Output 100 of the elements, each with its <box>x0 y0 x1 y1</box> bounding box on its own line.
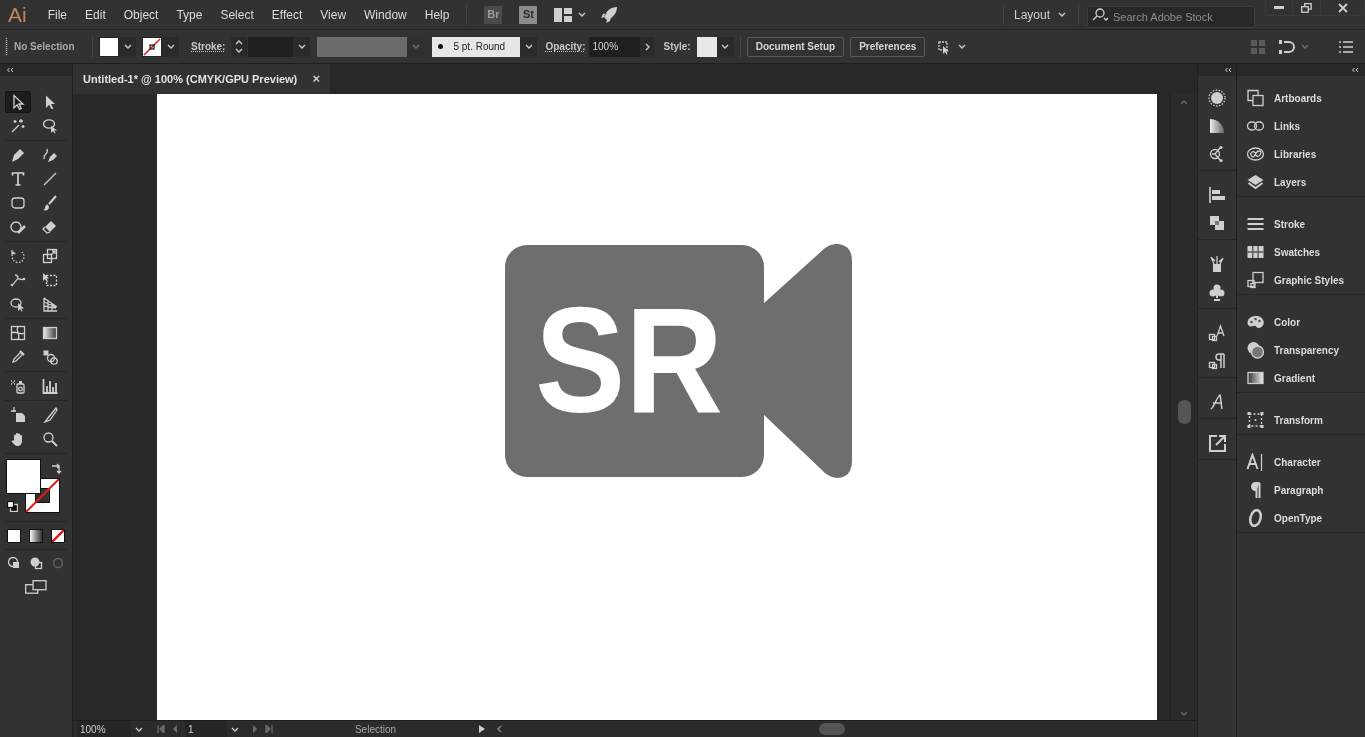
panel-tab[interactable]: Transform <box>1237 406 1365 434</box>
collapse-icon[interactable] <box>6 67 14 73</box>
snap-options-button[interactable] <box>1279 38 1309 55</box>
minimize-button[interactable] <box>1265 0 1293 16</box>
scroll-down-icon[interactable] <box>1180 711 1188 716</box>
panel-tab[interactable]: OpenType <box>1237 504 1365 532</box>
scroll-left-icon[interactable] <box>496 725 504 733</box>
shape-builder-icon <box>10 296 26 312</box>
tab-close-button[interactable]: × <box>312 69 320 89</box>
document-tab[interactable]: Untitled-1* @ 100% (CMYK/GPU Preview) × <box>73 64 330 94</box>
menu-item[interactable]: View <box>311 5 356 24</box>
next-icon[interactable] <box>251 725 259 733</box>
tool-button[interactable] <box>5 91 31 113</box>
panel-tab[interactable]: Libraries <box>1237 140 1365 168</box>
stroke-label[interactable]: Stroke: <box>191 39 226 54</box>
wedge-icon[interactable] <box>1208 117 1226 135</box>
export-icon[interactable] <box>1208 434 1226 452</box>
menu-item[interactable]: Select <box>211 5 263 24</box>
none-mode-button[interactable] <box>51 529 65 543</box>
restore-button[interactable] <box>1293 0 1321 16</box>
dotted-circle-icon[interactable] <box>1208 89 1226 107</box>
pathfinder-icon[interactable] <box>1208 214 1226 232</box>
node-graph-icon[interactable] <box>1208 145 1226 163</box>
panel-tab[interactable]: Artboards <box>1237 84 1365 112</box>
panel-tab[interactable]: Stroke <box>1237 210 1365 238</box>
document-setup-button[interactable]: Document Setup <box>746 36 845 57</box>
menu-item[interactable]: Effect <box>262 5 312 24</box>
panel-menu-icon[interactable] <box>1339 40 1353 53</box>
zoom-field[interactable]: 100% <box>77 721 131 737</box>
opacity-field[interactable]: 100% <box>589 36 641 57</box>
last-icon[interactable] <box>265 725 273 733</box>
scrollbar-thumb[interactable] <box>1177 400 1191 424</box>
fill-color-swatch[interactable] <box>6 459 41 494</box>
stroke-swatch[interactable] <box>142 36 162 57</box>
panel-tab[interactable]: Gradient <box>1237 364 1365 392</box>
draw-behind-icon[interactable] <box>29 556 43 570</box>
scroll-up-icon[interactable] <box>1180 100 1188 105</box>
screen-mode-icon[interactable] <box>25 580 47 594</box>
menu-item[interactable]: Object <box>114 5 168 24</box>
brush-jar-icon[interactable] <box>1208 255 1226 273</box>
graphic-styles-icon <box>1246 271 1265 289</box>
rocket-icon[interactable] <box>600 5 619 24</box>
caret-icon <box>578 12 587 17</box>
preferences-button[interactable]: Preferences <box>850 36 926 57</box>
blend-icon <box>42 349 58 365</box>
mesh-icon <box>10 325 26 341</box>
menu-item[interactable]: Type <box>167 5 212 24</box>
swap-arrow-icon[interactable] <box>51 463 62 474</box>
menu-item[interactable]: Help <box>415 5 459 24</box>
style-swatch[interactable] <box>696 36 717 57</box>
panel-tab[interactable]: Swatches <box>1237 238 1365 266</box>
curved-pen-icon <box>42 147 58 163</box>
spray-can-icon <box>10 378 26 394</box>
color-mode-button[interactable] <box>7 529 21 543</box>
align-left-icon[interactable] <box>1208 186 1226 204</box>
default-colors-icon[interactable] <box>7 501 18 512</box>
panel-tab[interactable]: Color <box>1237 308 1365 336</box>
panel-label: Links <box>1274 119 1301 134</box>
artboard-field[interactable]: 1 <box>185 721 227 737</box>
panel-tab[interactable]: Layers <box>1237 168 1365 196</box>
draw-normal-icon[interactable] <box>7 556 21 570</box>
menu-item[interactable]: Window <box>355 5 416 24</box>
artboard-icon <box>10 407 26 423</box>
workspace-dropdown[interactable]: Layout <box>1013 5 1066 24</box>
club-icon[interactable] <box>1208 283 1226 301</box>
panel-tab[interactable]: Links <box>1237 112 1365 140</box>
logo-text: SR <box>535 294 744 424</box>
panel-tab[interactable]: Paragraph <box>1237 476 1365 504</box>
character-style-icon[interactable] <box>1208 324 1226 342</box>
panel-label: Graphic Styles <box>1274 273 1345 288</box>
grid-icon <box>1251 39 1265 54</box>
opacity-slider-button[interactable] <box>640 36 656 57</box>
layout-icon <box>554 7 573 22</box>
script-glyph-icon[interactable] <box>1208 393 1226 411</box>
transform-options-button[interactable] <box>935 38 967 55</box>
stepper[interactable] <box>231 36 248 57</box>
close-button[interactable] <box>1321 0 1365 16</box>
opacity-label[interactable]: Opacity: <box>545 39 586 54</box>
menu-item[interactable]: Edit <box>76 5 115 24</box>
panel-tab[interactable]: Transparency <box>1237 336 1365 364</box>
scrollbar-thumb[interactable] <box>819 723 845 735</box>
shaper-icon <box>10 219 26 235</box>
panel-label: Color <box>1274 315 1301 330</box>
panel-tab[interactable]: Character <box>1237 448 1365 476</box>
status-menu-icon[interactable] <box>478 725 486 733</box>
paragraph-style-icon[interactable] <box>1208 352 1226 370</box>
panel-tab[interactable]: Graphic Styles <box>1237 266 1365 294</box>
menu-item[interactable]: File <box>38 5 77 24</box>
previous-icon[interactable] <box>171 725 179 733</box>
collapse-icon[interactable] <box>1351 67 1359 73</box>
fill-swatch[interactable] <box>99 36 119 57</box>
workspace-switcher[interactable] <box>554 7 587 22</box>
transform-box-icon <box>1246 411 1265 429</box>
first-icon[interactable] <box>157 725 165 733</box>
gradient-mode-button[interactable] <box>29 529 43 543</box>
search-field[interactable]: Search Adobe Stock <box>1087 5 1255 28</box>
arrow-cursor-icon <box>10 94 26 110</box>
collapse-icon[interactable] <box>1224 67 1232 73</box>
brush-dropdown[interactable]: 5 pt. Round <box>432 36 521 57</box>
app-button[interactable]: St <box>519 5 538 24</box>
